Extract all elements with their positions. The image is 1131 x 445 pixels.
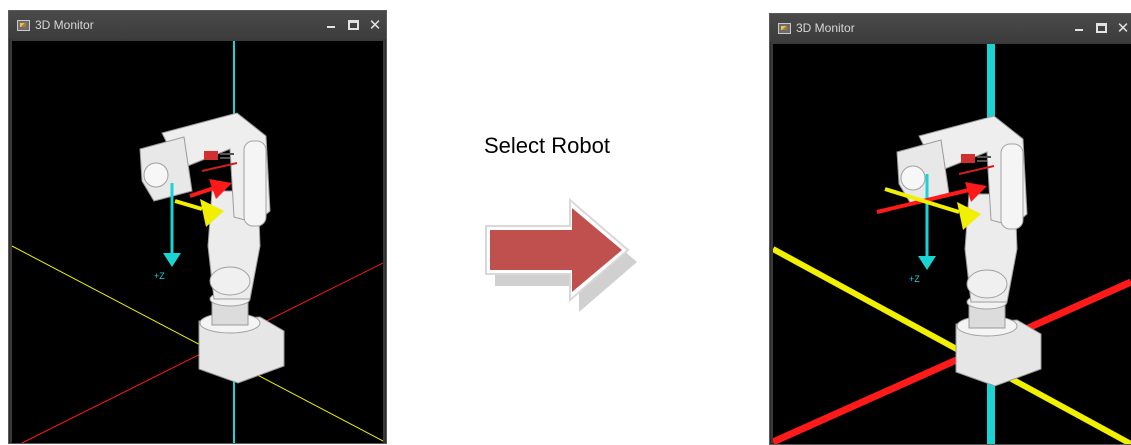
- tool-y-axis: [174, 199, 203, 211]
- monitor-window-after[interactable]: 3D Monitor ✕ +Z: [769, 13, 1131, 445]
- window-titlebar[interactable]: 3D Monitor ✕: [9, 11, 386, 39]
- close-icon[interactable]: ✕: [1112, 18, 1131, 38]
- transition-label: Select Robot: [484, 133, 610, 158]
- minimize-icon[interactable]: [1068, 18, 1090, 38]
- window-titlebar[interactable]: 3D Monitor ✕: [770, 14, 1131, 42]
- tool-z-arrowhead: [918, 256, 936, 270]
- right-arrow-icon: [484, 192, 644, 317]
- tool-z-label: +Z: [909, 274, 920, 284]
- y-axis-line: [12, 245, 383, 442]
- 3d-scene[interactable]: +Z: [12, 41, 383, 443]
- maximize-icon[interactable]: [342, 15, 364, 35]
- 3d-viewport[interactable]: +Z: [12, 41, 383, 443]
- tool-z-label: +Z: [154, 271, 165, 281]
- monitor-app-icon: [17, 19, 30, 31]
- close-icon[interactable]: ✕: [364, 15, 386, 35]
- window-title: 3D Monitor: [796, 21, 855, 35]
- tool-z-arrowhead: [163, 253, 181, 267]
- monitor-app-icon: [778, 22, 791, 34]
- minimize-icon[interactable]: [320, 15, 342, 35]
- 3d-scene-selected[interactable]: +Z: [773, 44, 1131, 444]
- maximize-icon[interactable]: [1090, 18, 1112, 38]
- tool-x-axis: [189, 186, 215, 198]
- robot-arm[interactable]: [896, 115, 1042, 387]
- window-title: 3D Monitor: [35, 18, 94, 32]
- robot-arm[interactable]: [139, 112, 285, 384]
- 3d-viewport[interactable]: +Z: [773, 44, 1131, 444]
- monitor-window-before[interactable]: 3D Monitor ✕ +Z: [8, 10, 387, 444]
